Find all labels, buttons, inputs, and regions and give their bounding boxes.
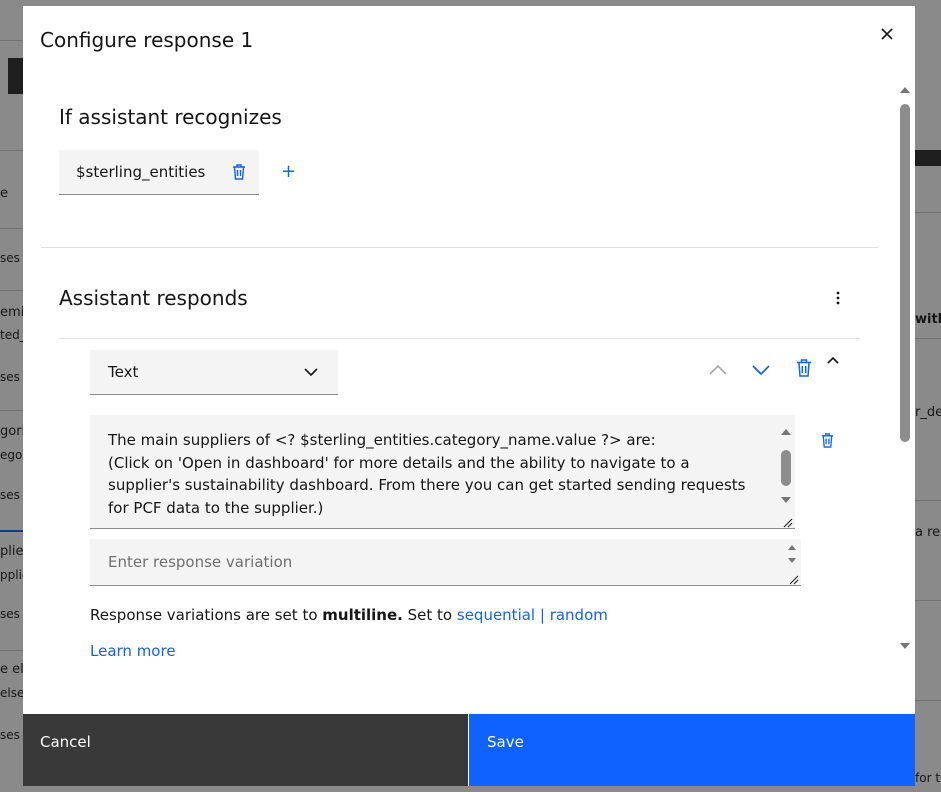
response-variation-field[interactable]: Enter response variation (90, 539, 801, 586)
variation-note-middle: Set to (402, 606, 457, 624)
section-divider (41, 247, 878, 248)
move-up-button[interactable] (706, 358, 730, 382)
scroll-thumb[interactable] (900, 104, 910, 442)
configure-response-modal: Configure response 1 If assistant recogn… (23, 6, 915, 786)
scroll-up-arrow-icon (788, 545, 796, 550)
variation-field-controls[interactable] (784, 542, 800, 586)
response-text: The main suppliers of <? $sterling_entit… (108, 431, 746, 517)
variation-note-prefix: Response variations are set to (90, 606, 323, 624)
section-divider (59, 338, 860, 339)
scroll-down-arrow-icon (900, 643, 910, 649)
close-icon (881, 28, 893, 40)
chevron-down-icon (304, 368, 318, 376)
trash-icon (821, 432, 833, 448)
option-separator: | (535, 606, 550, 624)
trash-icon (797, 359, 811, 377)
scroll-down-arrow-icon (788, 558, 796, 563)
delete-response-button[interactable] (792, 356, 816, 380)
variation-note: Response variations are set to multiline… (90, 606, 608, 624)
response-text-field[interactable]: The main suppliers of <? $sterling_entit… (90, 415, 795, 529)
chevron-up-icon (827, 356, 839, 364)
move-down-button[interactable] (749, 358, 773, 382)
condition-chip-label: $sterling_entities (76, 163, 206, 181)
recognizes-heading: If assistant recognizes (59, 105, 282, 129)
response-type-select[interactable]: Text (90, 350, 338, 395)
delete-variation-button[interactable] (815, 428, 839, 452)
variation-mode: multiline. (322, 606, 403, 624)
chevron-up-icon (709, 365, 727, 375)
variation-placeholder: Enter response variation (108, 553, 293, 571)
scroll-up-arrow-icon (781, 429, 791, 435)
resize-handle-icon[interactable] (783, 518, 793, 528)
scroll-down-arrow-icon (781, 497, 791, 503)
scroll-up-arrow-icon (900, 87, 910, 93)
responds-heading: Assistant responds (59, 286, 248, 310)
resize-handle-icon[interactable] (789, 575, 799, 585)
delete-condition-button[interactable] (231, 163, 247, 185)
condition-chip[interactable]: $sterling_entities (59, 150, 259, 195)
random-link[interactable]: random (550, 606, 608, 624)
scroll-thumb[interactable] (781, 450, 791, 486)
chevron-down-icon (752, 365, 770, 375)
modal-scrollbar[interactable] (897, 84, 913, 654)
response-type-value: Text (108, 363, 139, 381)
modal-title: Configure response 1 (40, 28, 254, 52)
overflow-menu-button[interactable] (835, 290, 841, 310)
save-button[interactable]: Save (469, 714, 915, 786)
learn-more-link[interactable]: Learn more (90, 642, 176, 660)
add-condition-button[interactable]: + (281, 163, 296, 181)
collapse-button[interactable] (823, 352, 843, 368)
sequential-link[interactable]: sequential (457, 606, 535, 624)
response-text-scrollbar[interactable] (775, 421, 797, 528)
close-button[interactable] (875, 22, 899, 46)
overflow-menu-icon (836, 291, 840, 305)
cancel-button[interactable]: Cancel (23, 714, 468, 786)
trash-icon (233, 164, 245, 180)
